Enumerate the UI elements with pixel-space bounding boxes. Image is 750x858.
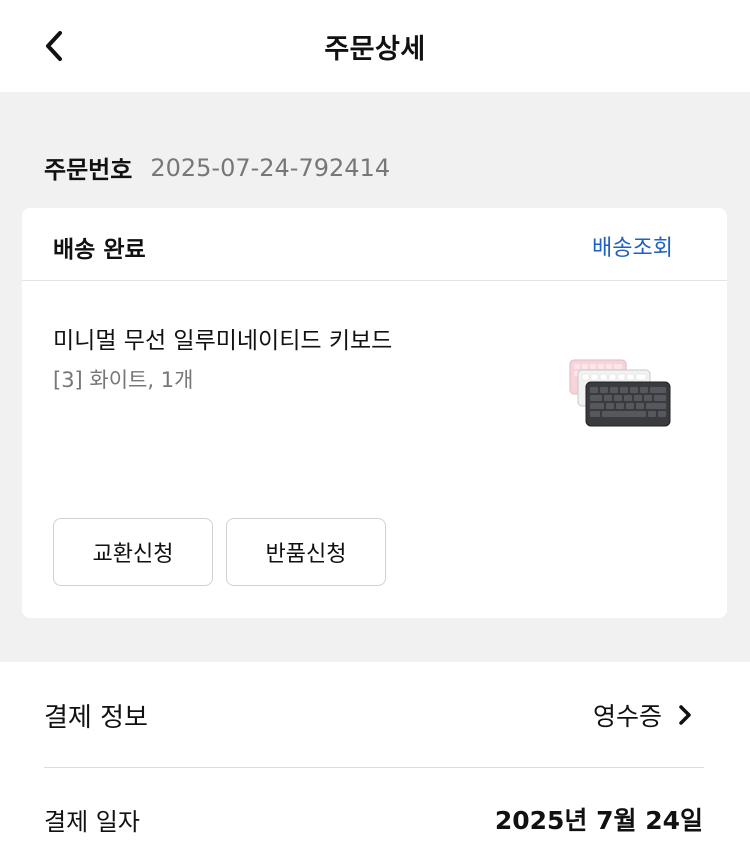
back-button[interactable] <box>34 26 74 66</box>
receipt-label: 영수증 <box>592 702 662 731</box>
chevron-left-icon <box>46 31 62 61</box>
shipment-status: 배송 완료 <box>53 237 146 263</box>
shipment-card: 배송 완료 배송조회 미니멀 무선 일루미네이티드 키보드 [3] 화이트, 1… <box>22 208 727 618</box>
payment-info-title: 결제 정보 <box>44 703 148 733</box>
product-option: [3] 화이트, 1개 <box>53 368 194 392</box>
divider <box>44 767 704 768</box>
keyboard-product-image[interactable] <box>564 358 674 434</box>
order-number-value: 2025-07-24-792414 <box>150 153 391 182</box>
top-bar: 주문상세 <box>0 0 750 92</box>
shipment-card-header: 배송 완료 배송조회 <box>22 208 727 281</box>
return-request-button[interactable]: 반품신청 <box>226 518 386 586</box>
order-number: 주문번호 2025-07-24-792414 <box>44 150 390 185</box>
track-shipment-link[interactable]: 배송조회 <box>592 230 673 262</box>
payment-date-label: 결제 일자 <box>44 808 140 836</box>
product-name: 미니멀 무선 일루미네이티드 키보드 <box>53 328 393 354</box>
receipt-link[interactable]: 영수증 <box>593 697 692 733</box>
page-title: 주문상세 <box>324 33 426 65</box>
payment-date-value: 2025년 7월 24일 <box>494 806 703 835</box>
exchange-request-button[interactable]: 교환신청 <box>53 518 213 586</box>
order-number-label: 주문번호 <box>44 156 133 184</box>
chevron-right-icon <box>678 704 692 726</box>
